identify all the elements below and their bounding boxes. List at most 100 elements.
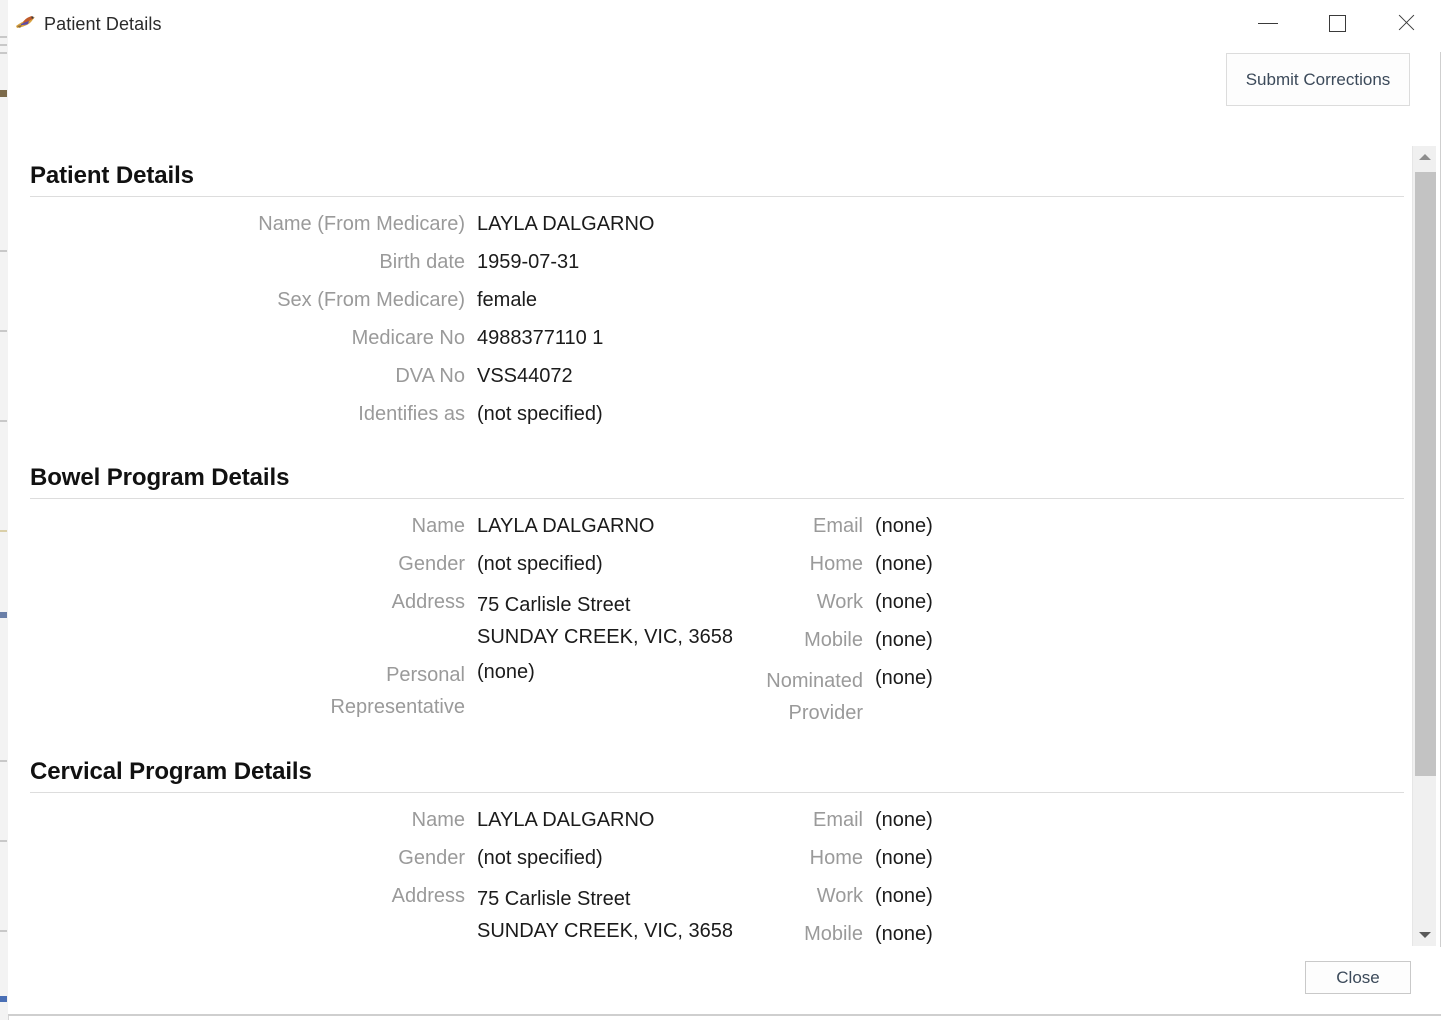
field-label: DVA No — [395, 365, 465, 387]
field-row: Work (none) — [588, 883, 933, 909]
close-window-button[interactable] — [1383, 0, 1429, 46]
field-label: Address — [391, 885, 465, 907]
field-label: Work — [816, 591, 863, 613]
dialog-footer: Close — [8, 947, 1441, 1015]
fields-grid: Name LAYLA DALGARNO Gender (not specified) A… — [16, 507, 1410, 767]
field-value: (none) — [875, 809, 933, 831]
section-title: Cervical Program Details — [30, 758, 312, 785]
maximize-icon — [1328, 14, 1346, 32]
section-divider — [30, 498, 1404, 499]
title-bar: Patient Details — [8, 0, 1441, 52]
close-icon — [1396, 13, 1416, 33]
field-label: Email — [812, 515, 863, 537]
field-label: Mobile — [804, 629, 863, 651]
background-streak — [0, 52, 7, 54]
vertical-scrollbar[interactable] — [1412, 146, 1436, 946]
maximize-button[interactable] — [1314, 0, 1360, 46]
field-label-line: Representative — [330, 696, 465, 718]
field-label-line: Provider — [788, 702, 863, 724]
background-streak — [0, 760, 7, 762]
field-value: (none) — [875, 923, 933, 945]
chevron-up-icon — [1418, 154, 1431, 160]
field-value: VSS44072 — [477, 365, 573, 387]
scroll-down-button[interactable] — [1413, 924, 1436, 946]
field-label: Mobile — [804, 923, 863, 945]
field-label: Name — [411, 515, 465, 537]
field-label: Birth date — [379, 251, 465, 273]
field-label-line: Nominated — [766, 670, 863, 692]
field-value: LAYLA DALGARNO — [477, 213, 655, 235]
field-row: Home (none) — [588, 845, 933, 871]
submit-corrections-button[interactable]: Submit Corrections — [1226, 53, 1410, 106]
field-label: Sex (From Medicare) — [277, 289, 465, 311]
section-cervical-program-details: Cervical Program Details Name LAYLA DALGAR… — [16, 758, 1410, 946]
field-row: Email (none) — [588, 513, 933, 539]
content-scroll-viewport: Patient Details Name (From Medicare) LAYLA… — [8, 146, 1410, 946]
field-label: Work — [816, 885, 863, 907]
field-value: (not specified) — [477, 553, 603, 575]
background-streak — [0, 330, 7, 332]
background-streak — [0, 44, 7, 46]
field-value: (not specified) — [477, 403, 603, 425]
field-label: Name — [411, 809, 465, 831]
fields-grid: Name LAYLA DALGARNO Gender (not specified) A… — [16, 801, 1410, 946]
field-label: Gender — [398, 847, 465, 869]
field-label: Gender — [398, 553, 465, 575]
window-title: Patient Details — [44, 14, 162, 34]
field-row: Sex (From Medicare) female — [30, 287, 537, 313]
background-streak — [0, 930, 7, 932]
field-row: Name LAYLA DALGARNO — [30, 513, 655, 539]
field-label: Address — [391, 591, 465, 613]
section-bowel-program-details: Bowel Program Details Name LAYLA DALGARNO G… — [16, 464, 1410, 767]
field-value: 1959-07-31 — [477, 251, 580, 273]
field-label-line: Personal — [386, 664, 465, 686]
field-row: Identifies as (not specified) — [30, 401, 603, 427]
scroll-up-button[interactable] — [1413, 146, 1436, 168]
close-button[interactable]: Close — [1305, 961, 1411, 994]
field-value: (none) — [875, 591, 933, 613]
field-value: (none) — [875, 553, 933, 575]
background-streak — [0, 840, 7, 842]
field-row: Work (none) — [588, 589, 933, 615]
background-streak — [0, 250, 7, 252]
background-streak — [0, 612, 7, 618]
field-value: female — [477, 289, 538, 311]
field-label: Personal Representative — [30, 659, 465, 723]
field-label: Home — [809, 847, 863, 869]
field-row: Email (none) — [588, 807, 933, 833]
field-row: Name (From Medicare) LAYLA DALGARNO — [30, 211, 654, 237]
field-row: Mobile (none) — [588, 921, 933, 946]
field-label: Identifies as — [358, 403, 465, 425]
fields-grid: Name (From Medicare) LAYLA DALGARNO Birth … — [16, 205, 1410, 465]
field-value: (none) — [875, 629, 933, 651]
field-row: Birth date 1959-07-31 — [30, 249, 579, 275]
section-divider — [30, 196, 1404, 197]
background-streak — [0, 36, 7, 38]
field-value: (none) — [875, 667, 933, 689]
field-value: (none) — [477, 661, 535, 683]
section-title: Patient Details — [30, 162, 194, 189]
footer-divider — [8, 1014, 1441, 1015]
field-row: Medicare No 4988377110 1 — [30, 325, 604, 351]
field-label: Home — [809, 553, 863, 575]
background-streak — [0, 996, 7, 1002]
field-value: 4988377110 1 — [477, 327, 604, 349]
field-label: Email — [812, 809, 863, 831]
scroll-thumb[interactable] — [1415, 172, 1436, 776]
section-divider — [30, 792, 1404, 793]
field-row: Mobile (none) — [588, 627, 933, 653]
field-row: Name LAYLA DALGARNO — [30, 807, 655, 833]
chevron-down-icon — [1418, 932, 1431, 938]
field-row: Personal Representative (none) — [30, 659, 535, 723]
field-value: (none) — [875, 885, 933, 907]
minimize-icon — [1258, 22, 1278, 24]
field-label: Name (From Medicare) — [258, 213, 465, 235]
section-title: Bowel Program Details — [30, 464, 290, 491]
field-row: Nominated Provider (none) — [588, 665, 933, 729]
field-label: Nominated Provider — [588, 665, 863, 729]
field-value: (not specified) — [477, 847, 603, 869]
patient-details-dialog: Patient Details Submit Corrections Patie… — [8, 0, 1441, 1016]
minimize-button[interactable] — [1245, 0, 1291, 46]
field-value: (none) — [875, 847, 933, 869]
field-label: Medicare No — [351, 327, 465, 349]
